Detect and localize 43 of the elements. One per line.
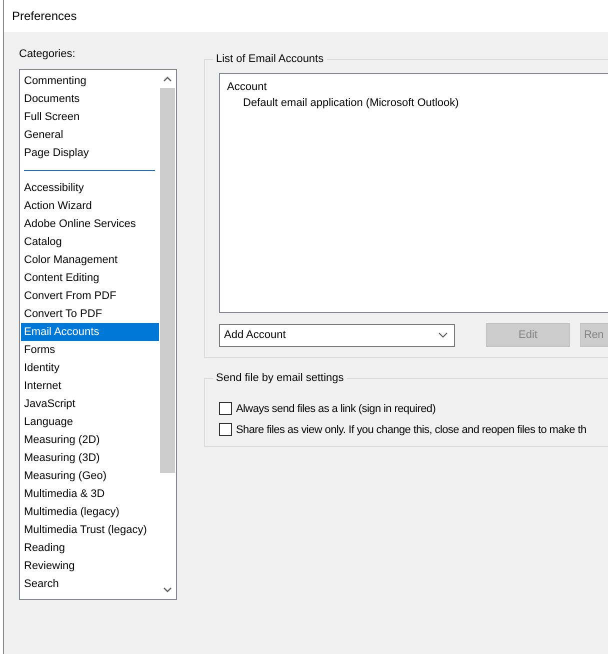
- window-title: Preferences: [12, 9, 77, 23]
- scrollbar-thumb[interactable]: [160, 88, 175, 473]
- category-item[interactable]: Multimedia Trust (legacy): [21, 521, 159, 539]
- group-title: Send file by email settings: [215, 373, 345, 384]
- chevron-down-icon: [438, 332, 448, 338]
- scroll-down-icon[interactable]: [163, 587, 172, 593]
- checkbox[interactable]: [219, 423, 232, 436]
- category-item[interactable]: Reviewing: [21, 557, 159, 575]
- category-item[interactable]: Reading: [21, 539, 159, 557]
- category-item[interactable]: Color Management: [21, 251, 159, 269]
- category-item[interactable]: Accessibility: [21, 179, 159, 197]
- category-item[interactable]: Multimedia (legacy): [21, 503, 159, 521]
- category-item[interactable]: Adobe Online Services: [21, 215, 159, 233]
- category-item[interactable]: Full Screen: [21, 108, 159, 126]
- category-item[interactable]: Documents: [21, 90, 159, 108]
- checkbox-label: Always send files as a link (sign in required): [236, 402, 436, 414]
- add-account-dropdown[interactable]: Add Account: [219, 324, 455, 346]
- category-item[interactable]: Measuring (Geo): [21, 467, 159, 485]
- category-item[interactable]: General: [21, 126, 159, 144]
- category-item[interactable]: Convert To PDF: [21, 305, 159, 323]
- category-item[interactable]: Action Wizard: [21, 197, 159, 215]
- categories-label: Categories:: [19, 48, 76, 60]
- category-item[interactable]: Commenting: [21, 72, 159, 90]
- category-item[interactable]: Language: [21, 413, 159, 431]
- category-item[interactable]: Identity: [21, 359, 159, 377]
- account-row[interactable]: Default email application (Microsoft Outlook): [227, 97, 608, 109]
- category-item[interactable]: Search: [21, 575, 159, 593]
- category-item[interactable]: Content Editing: [21, 269, 159, 287]
- category-item[interactable]: Internet: [21, 377, 159, 395]
- category-item[interactable]: Measuring (2D): [21, 431, 159, 449]
- column-header: Account: [227, 81, 268, 93]
- category-item[interactable]: Page Display: [21, 144, 159, 162]
- checkbox[interactable]: [219, 402, 232, 415]
- category-item[interactable]: Forms: [21, 341, 159, 359]
- category-item[interactable]: Multimedia & 3D: [21, 485, 159, 503]
- group-title: List of Email Accounts: [215, 54, 325, 65]
- category-item[interactable]: Measuring (3D): [21, 449, 159, 467]
- category-item[interactable]: Email Accounts: [21, 323, 159, 341]
- category-item[interactable]: JavaScript: [21, 395, 159, 413]
- checkbox-label: Share files as view only. If you change this, close and reopen files to make th: [236, 424, 586, 436]
- scroll-up-icon[interactable]: [163, 76, 172, 82]
- category-item[interactable]: Catalog: [21, 233, 159, 251]
- category-item[interactable]: Convert From PDF: [21, 287, 159, 305]
